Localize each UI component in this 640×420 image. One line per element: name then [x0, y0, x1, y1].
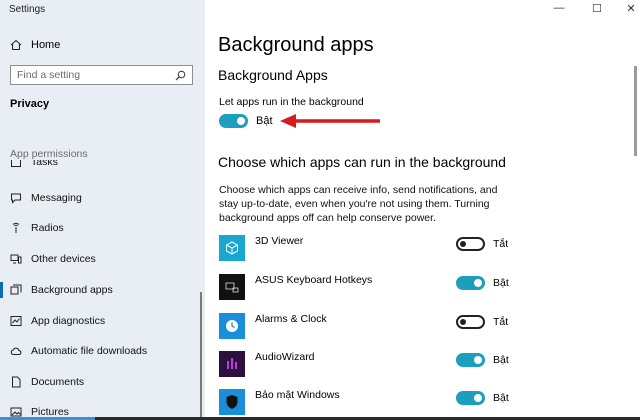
- app-name: Bảo mật Windows: [255, 389, 340, 401]
- audiowizard-icon: [219, 351, 245, 377]
- master-toggle[interactable]: Bật: [219, 114, 273, 128]
- toggle-label: Bật: [493, 277, 509, 289]
- sidebar-item-label: Documents: [31, 376, 85, 388]
- sidebar: Settings Home Find a setting Privacy App…: [0, 0, 205, 420]
- app-row-alarms-clock: Alarms & Clock Tắt: [219, 313, 519, 339]
- main-scrollbar[interactable]: [634, 66, 637, 156]
- section-label: App permissions: [10, 148, 88, 160]
- toggle-label: Tắt: [493, 238, 509, 250]
- app-diagnostics-icon: [10, 315, 22, 327]
- toggle-label: Bật: [493, 354, 509, 366]
- home-icon: [10, 39, 22, 51]
- app-row-asus-keyboard-hotkeys: ASUS Keyboard Hotkeys Bật: [219, 274, 519, 300]
- toggle-switch[interactable]: [456, 353, 485, 367]
- 3d-viewer-icon: [219, 235, 245, 261]
- app-toggle[interactable]: Bật: [456, 276, 509, 290]
- toggle-knob: [474, 356, 482, 364]
- category-title: Privacy: [10, 98, 50, 110]
- sidebar-item-other-devices[interactable]: Other devices: [0, 247, 205, 271]
- sidebar-item-label: App diagnostics: [31, 315, 106, 327]
- toggle-knob: [474, 279, 482, 287]
- toggle-switch[interactable]: [456, 391, 485, 405]
- toggle-knob: [460, 319, 466, 325]
- other-devices-icon: [10, 253, 22, 265]
- cloud-icon: [10, 345, 22, 357]
- toggle-label: Tắt: [493, 316, 509, 328]
- description: Choose which apps can receive info, send…: [219, 184, 498, 224]
- app-toggle[interactable]: Tắt: [456, 315, 508, 329]
- alarms-clock-icon: [219, 313, 245, 339]
- toggle-label: Bật: [493, 392, 509, 404]
- section-title: Background Apps: [218, 67, 328, 83]
- toggle-knob: [460, 241, 466, 247]
- app-name: Alarms & Clock: [255, 313, 327, 325]
- sidebar-item-radios[interactable]: Radios: [0, 216, 205, 240]
- toggle-knob: [474, 394, 482, 402]
- home-label: Home: [31, 39, 61, 51]
- toggle-switch[interactable]: [456, 276, 485, 290]
- sidebar-item-label: Other devices: [31, 253, 96, 265]
- app-row-bao-mat-windows: Bảo mật Windows Bật: [219, 389, 519, 415]
- minimize-icon[interactable]: —: [552, 2, 566, 14]
- app-name: 3D Viewer: [255, 235, 304, 247]
- app-toggle[interactable]: Bật: [456, 391, 509, 405]
- sidebar-item-label: Radios: [31, 222, 64, 234]
- app-title: Settings: [9, 4, 46, 15]
- sidebar-item-label: Background apps: [31, 284, 113, 296]
- asus-keyboard-icon: [219, 274, 245, 300]
- document-icon: [10, 376, 22, 388]
- app-row-3d-viewer: 3D Viewer Tắt: [219, 235, 519, 261]
- toggle-knob: [237, 117, 245, 125]
- messaging-icon: [10, 192, 22, 204]
- master-toggle-label: Bật: [256, 115, 273, 127]
- sidebar-item-label: Tasks: [31, 160, 58, 168]
- sidebar-scrollbar[interactable]: [200, 292, 202, 420]
- close-icon[interactable]: ✕: [624, 2, 638, 15]
- sidebar-item-messaging[interactable]: Messaging: [0, 186, 205, 210]
- choose-title: Choose which apps can run in the backgro…: [218, 154, 506, 170]
- nav-home[interactable]: Home: [0, 34, 205, 56]
- maximize-icon[interactable]: ☐: [590, 2, 604, 15]
- sidebar-item-tasks[interactable]: Tasks: [0, 160, 205, 174]
- app-name: ASUS Keyboard Hotkeys: [255, 274, 373, 286]
- red-arrow-annotation: [280, 114, 380, 128]
- toggle-switch[interactable]: [456, 315, 485, 329]
- partial-item-container: Tasks: [0, 160, 205, 174]
- search-icon[interactable]: [174, 69, 186, 81]
- sidebar-item-label: Automatic file downloads: [31, 345, 148, 357]
- main-panel: — ☐ ✕ Background apps Background Apps Le…: [205, 0, 640, 420]
- tasks-icon: [10, 160, 22, 168]
- search-box[interactable]: Find a setting: [10, 65, 193, 85]
- shield-icon: [219, 389, 245, 415]
- app-row-audiowizard: AudioWizard Bật: [219, 351, 519, 377]
- let-run-label: Let apps run in the background: [219, 96, 364, 108]
- app-name: AudioWizard: [255, 351, 315, 363]
- radios-icon: [10, 222, 22, 234]
- toggle-switch[interactable]: [456, 237, 485, 251]
- search-input[interactable]: Find a setting: [17, 69, 174, 81]
- background-apps-icon: [10, 284, 22, 296]
- sidebar-item-documents[interactable]: Documents: [0, 370, 205, 394]
- master-toggle-switch[interactable]: [219, 114, 248, 128]
- sidebar-item-automatic-file-downloads[interactable]: Automatic file downloads: [0, 339, 205, 363]
- sidebar-item-app-diagnostics[interactable]: App diagnostics: [0, 309, 205, 333]
- page-title: Background apps: [218, 34, 374, 56]
- sidebar-item-background-apps[interactable]: Background apps: [0, 278, 205, 302]
- app-toggle[interactable]: Tắt: [456, 237, 508, 251]
- app-toggle[interactable]: Bật: [456, 353, 509, 367]
- sidebar-item-label: Messaging: [31, 192, 82, 204]
